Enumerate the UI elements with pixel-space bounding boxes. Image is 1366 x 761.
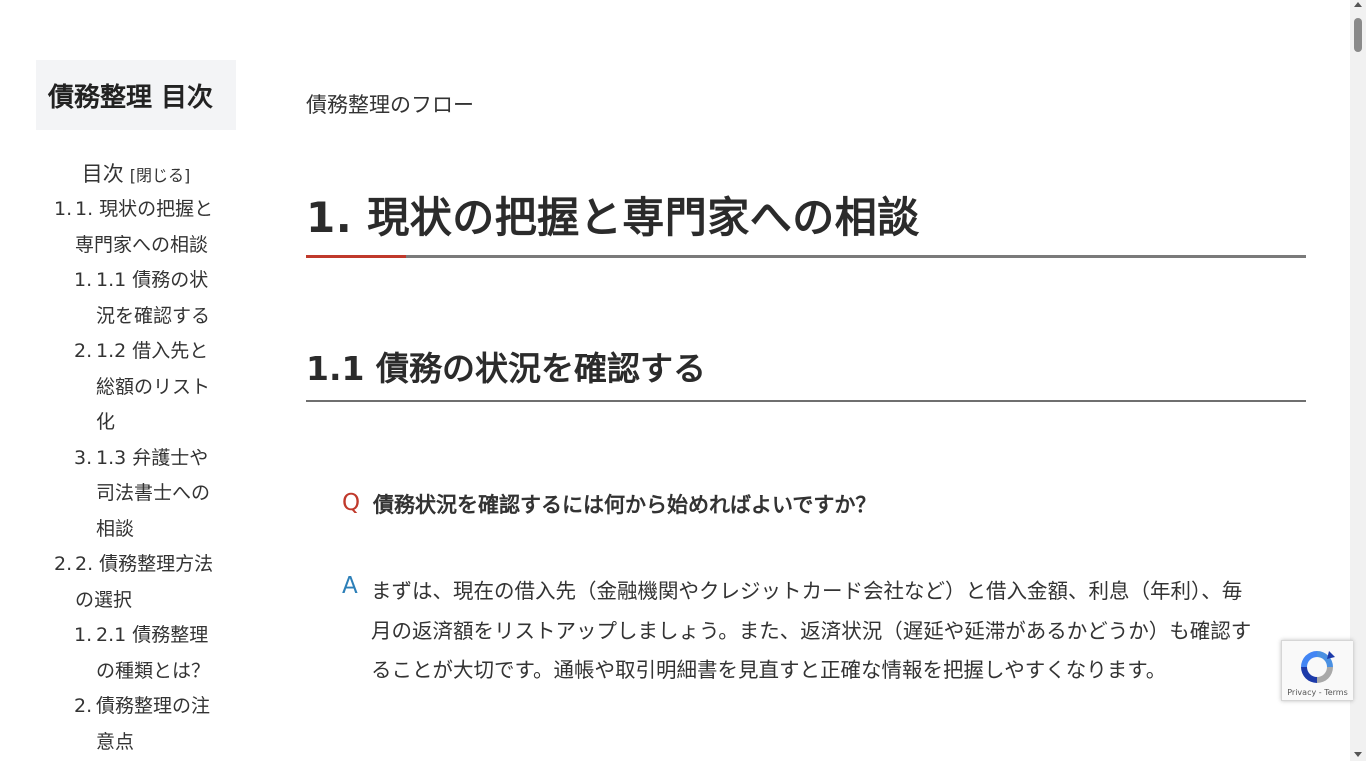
toc-header-label: 目次 [81, 162, 124, 186]
toc-item-number: 1. [74, 624, 93, 646]
toc-item-link[interactable]: 1.3 弁護士や司法書士への相談 [96, 447, 210, 540]
question-mark-label: Q [342, 490, 361, 516]
recaptcha-separator: - [1316, 688, 1325, 697]
toc-header: 目次 [閉じる] [36, 158, 236, 188]
toc-item[interactable]: 1. 1. 現状の把握と専門家への相談 [36, 192, 220, 263]
toc-item-number: 2. [74, 340, 93, 362]
section-heading: 1.1 債務の状況を確認する [306, 349, 706, 388]
section-divider [306, 400, 1306, 402]
recaptcha-logo-icon [1301, 651, 1335, 683]
toc-toggle-link[interactable]: [閉じる] [130, 166, 191, 185]
breadcrumb: 債務整理のフロー [306, 93, 474, 117]
recaptcha-privacy-link[interactable]: Privacy [1287, 688, 1316, 697]
scroll-thumb[interactable] [1354, 18, 1362, 52]
toc-item-link[interactable]: 1. 現状の把握と専門家への相談 [75, 198, 213, 256]
page: 債務整理 目次 目次 [閉じる] 1. 1. 現状の把握と専門家への相談 1. 1… [0, 0, 1366, 761]
title-divider [306, 255, 1306, 258]
title-divider-accent [306, 255, 406, 258]
toc-item[interactable]: 2. 1.2 借入先と総額のリスト化 [36, 334, 220, 441]
toc-item[interactable]: 1. 2.1 債務整理の種類とは？ [36, 618, 220, 689]
recaptcha-badge[interactable]: Privacy - Terms [1281, 640, 1353, 701]
toc-item-link[interactable]: 債務整理の注意点 [96, 695, 210, 753]
toc-item[interactable]: 3. 1.3 弁護士や司法書士への相談 [36, 441, 220, 548]
sidebar-toc: 債務整理 目次 目次 [閉じる] 1. 1. 現状の把握と専門家への相談 1. 1… [36, 60, 236, 760]
sidebar-title: 債務整理 目次 [36, 60, 236, 130]
toc-item[interactable]: 1. 1.1 債務の状況を確認する [36, 263, 220, 334]
toc-item-link[interactable]: 2.1 債務整理の種類とは？ [96, 624, 210, 682]
scroll-down-arrow-icon[interactable] [1354, 752, 1362, 757]
page-title: 1. 現状の把握と専門家への相談 [306, 193, 920, 242]
toc-item-number: 1. [74, 269, 93, 291]
question-text: 債務状況を確認するには何から始めればよいですか？ [373, 493, 877, 517]
answer-text: まずは、現在の借入先（金融機関やクレジットカード会社など）と借入金額、利息（年利… [371, 579, 1252, 682]
toc-item[interactable]: 2. 2. 債務整理方法の選択 [36, 547, 220, 618]
toc-item-link[interactable]: 1.2 借入先と総額のリスト化 [96, 340, 210, 433]
toc-item-link[interactable]: 1.1 債務の状況を確認する [96, 269, 210, 327]
recaptcha-links: Privacy - Terms [1282, 688, 1353, 697]
toc-item[interactable]: 2. 債務整理の注意点 [36, 689, 220, 760]
answer-mark-label: A [342, 573, 358, 599]
scroll-up-arrow-icon[interactable] [1354, 2, 1362, 7]
toc-item-link[interactable]: 2. 債務整理方法の選択 [75, 553, 213, 611]
toc-list: 1. 1. 現状の把握と専門家への相談 1. 1.1 債務の状況を確認する 2.… [36, 192, 236, 760]
toc-item-number: 2. [74, 695, 93, 717]
toc-item-number: 1. [54, 198, 73, 220]
toc-item-number: 3. [74, 446, 93, 469]
toc-item-number: 2. [54, 553, 73, 575]
recaptcha-terms-link[interactable]: Terms [1324, 688, 1348, 697]
